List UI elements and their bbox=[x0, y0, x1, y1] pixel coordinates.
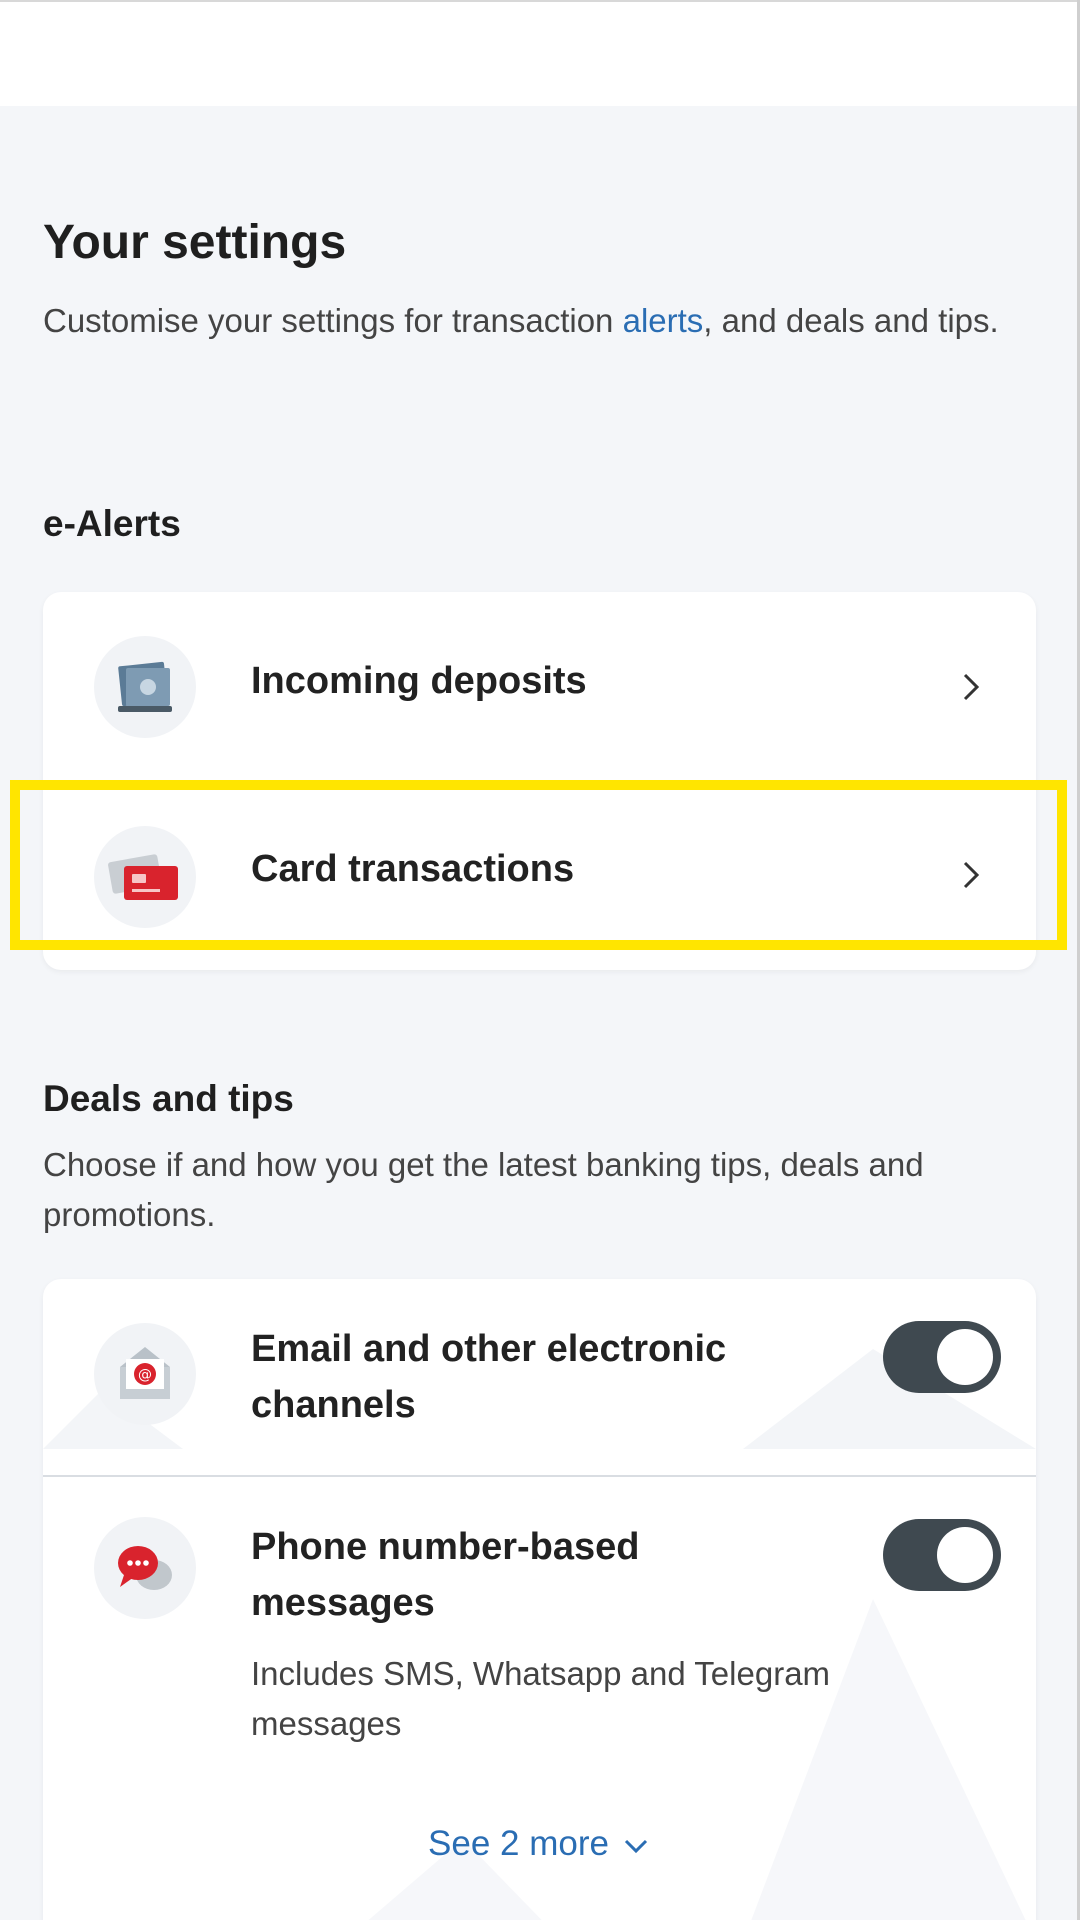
see-more-button[interactable]: See 2 more bbox=[43, 1824, 1036, 1864]
phone-messages-sublabel: Includes SMS, Whatsapp and Telegram mess… bbox=[251, 1655, 831, 1742]
phone-messages-label: Phone number-based messages bbox=[251, 1526, 640, 1624]
email-icon: @ bbox=[94, 1323, 196, 1425]
page-title: Your settings bbox=[43, 216, 347, 269]
incoming-deposits-label: Incoming deposits bbox=[251, 660, 587, 702]
ealerts-heading: e-Alerts bbox=[43, 503, 181, 544]
toggle-knob bbox=[937, 1329, 993, 1385]
see-more-label: See 2 more bbox=[428, 1824, 609, 1863]
subtitle-text-end: , and deals and tips. bbox=[703, 302, 999, 339]
subtitle-text: Customise your settings for transaction bbox=[43, 302, 623, 339]
highlight-box bbox=[10, 780, 1067, 950]
chat-icon bbox=[94, 1517, 196, 1619]
svg-text:@: @ bbox=[138, 1367, 152, 1383]
page-subtitle: Customise your settings for transaction … bbox=[43, 296, 1003, 346]
deposit-icon bbox=[94, 636, 196, 738]
alerts-link[interactable]: alerts bbox=[623, 302, 704, 339]
deals-description: Choose if and how you get the latest ban… bbox=[43, 1146, 924, 1233]
email-channels-label: Email and other electronic channels bbox=[251, 1328, 727, 1426]
email-channels-toggle[interactable] bbox=[883, 1321, 1001, 1393]
deals-card: @ Email and other electronic channels Ph… bbox=[43, 1279, 1036, 1920]
toggle-knob bbox=[937, 1527, 993, 1583]
top-bar bbox=[0, 0, 1080, 108]
chevron-right-icon bbox=[963, 673, 980, 701]
deals-heading: Deals and tips bbox=[43, 1078, 294, 1119]
incoming-deposits-row[interactable]: Incoming deposits bbox=[43, 592, 1036, 782]
email-channels-row: @ Email and other electronic channels bbox=[43, 1279, 1036, 1469]
phone-messages-row: Phone number-based messages Includes SMS… bbox=[43, 1477, 1036, 1777]
chevron-down-icon bbox=[624, 1839, 648, 1853]
phone-messages-toggle[interactable] bbox=[883, 1519, 1001, 1591]
